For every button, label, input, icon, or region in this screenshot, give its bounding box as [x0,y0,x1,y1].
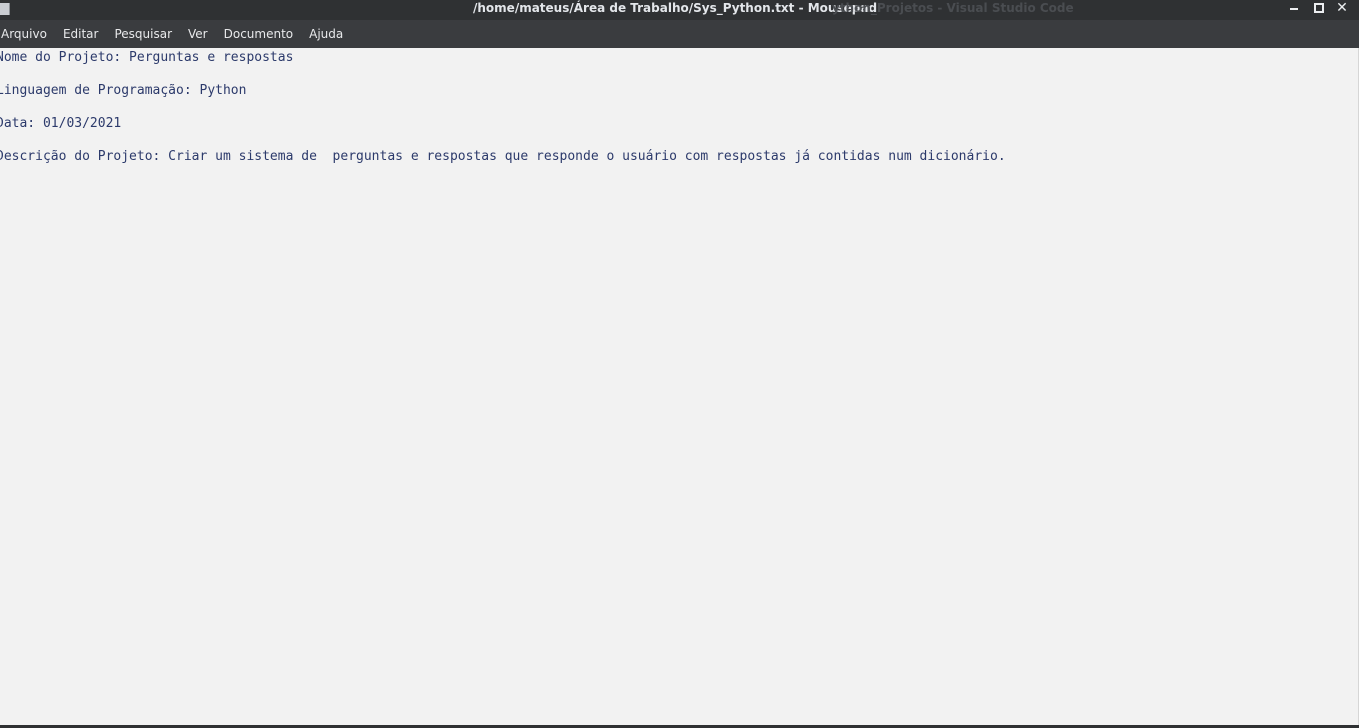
maximize-icon [1314,3,1324,13]
close-button[interactable]: ✕ [1331,0,1355,17]
menu-pesquisar[interactable]: Pesquisar [106,20,180,48]
document-line: Descrição do Projeto: Criar um sistema d… [0,149,1006,164]
minimize-button[interactable] [1283,0,1307,17]
mousepad-window: /home/mateus/Área de Trabalho/Sys_Python… [0,0,1359,728]
app-menu-icon[interactable] [0,3,10,15]
window-title: /home/mateus/Área de Trabalho/Sys_Python… [473,1,878,15]
document-line: Linguagem de Programação: Python [0,83,247,98]
menu-bar: Arquivo Editar Pesquisar Ver Documento A… [0,20,1359,48]
menu-ver[interactable]: Ver [180,20,216,48]
close-icon: ✕ [1336,0,1348,16]
background-window-title: ython_Projetos - Visual Studio Code [832,1,1074,15]
window-controls: ✕ [1283,0,1355,20]
minimize-icon [1290,8,1298,10]
menu-ajuda[interactable]: Ajuda [301,20,351,48]
menu-documento[interactable]: Documento [216,20,302,48]
title-bar[interactable]: /home/mateus/Área de Trabalho/Sys_Python… [0,0,1359,20]
maximize-button[interactable] [1307,0,1331,17]
text-editor-area[interactable]: Nome do Projeto: Perguntas e respostas L… [0,48,1359,725]
document-line: Nome do Projeto: Perguntas e respostas [0,50,294,65]
document-line: Data: 01/03/2021 [0,116,122,131]
menu-arquivo[interactable]: Arquivo [0,20,55,48]
menu-editar[interactable]: Editar [55,20,107,48]
